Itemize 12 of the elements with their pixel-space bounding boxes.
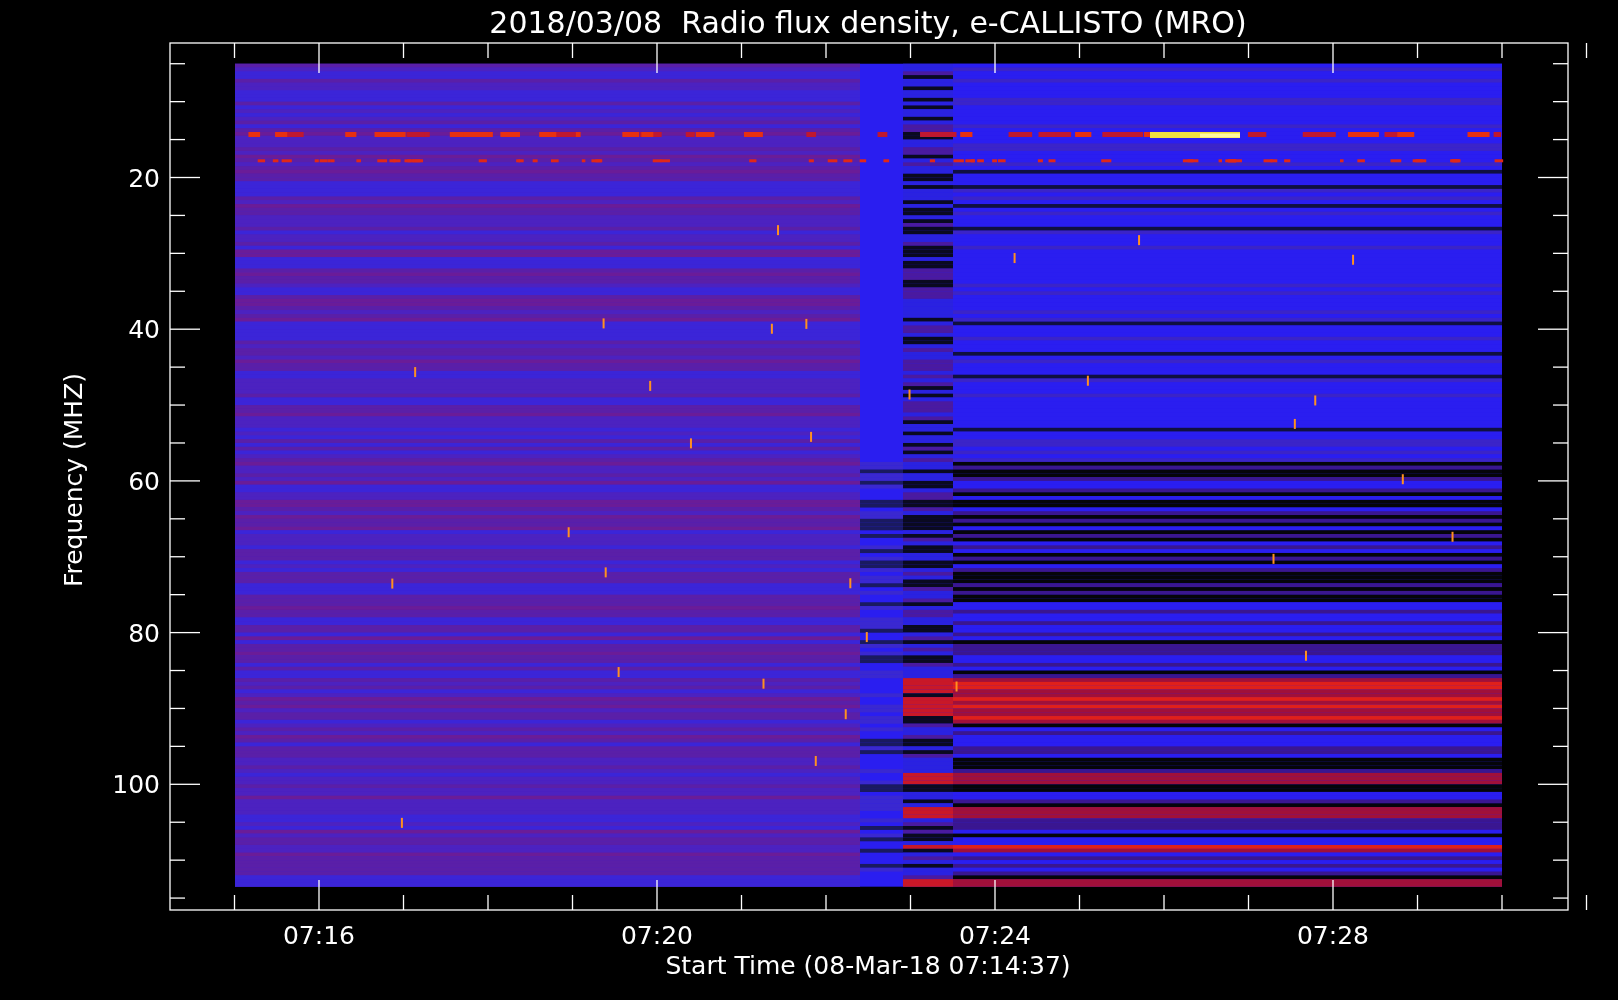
- chart-title: 2018/03/08 Radio flux density, e-CALLISTO (MRO): [489, 5, 1247, 40]
- y-tick-label: 40: [128, 315, 160, 345]
- x-tick-label: 07:20: [621, 921, 693, 950]
- y-tick-label: 100: [112, 770, 160, 800]
- y-tick-label: 20: [128, 163, 160, 193]
- x-tick-label: 07:16: [283, 921, 355, 950]
- x-axis-label: Start Time (08-Mar-18 07:14:37): [665, 951, 1071, 980]
- y-tick-label: 60: [128, 466, 160, 496]
- y-tick-label: 80: [128, 618, 160, 648]
- x-tick-label: 07:28: [1297, 921, 1369, 950]
- x-tick-label: 07:24: [959, 921, 1031, 950]
- y-axis-label: Frequency (MHZ): [59, 372, 88, 588]
